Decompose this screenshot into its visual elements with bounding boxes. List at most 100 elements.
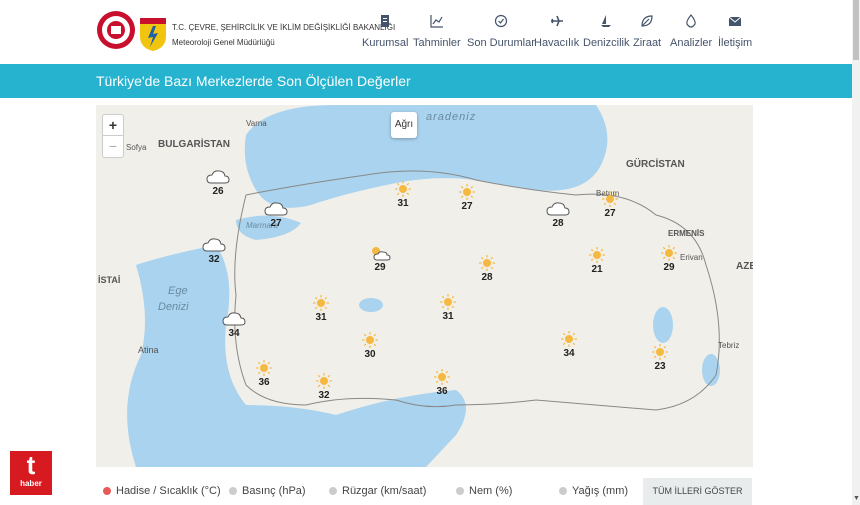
zoom-out-button[interactable]: − [103,136,123,156]
station-temp: 30 [364,349,376,360]
weather-map[interactable]: BULGARİSTAN Sofya Varna GÜRCİSTAN Batum … [96,105,753,467]
legend-label: Hadise / Sıcaklık (°C) [116,485,221,497]
nav-label: Kurumsal [362,37,409,49]
station-temp: 34 [563,348,575,359]
station-temp: 31 [442,311,454,322]
zoom-in-button[interactable]: + [103,115,123,136]
station-marker[interactable]: 36 [427,369,457,397]
station-marker[interactable]: 27 [452,184,482,212]
station-marker[interactable]: 30 [355,332,385,360]
station-marker[interactable]: 27 [261,201,291,229]
station-marker[interactable]: 31 [433,294,463,322]
station-marker[interactable]: 26 [203,169,233,197]
sun-icon [661,245,677,261]
document-icon [381,15,390,27]
nav-havacilik[interactable]: Havacılık [534,14,579,49]
nav-denizcilik[interactable]: Denizcilik [583,14,629,49]
station-temp: 29 [663,262,675,273]
legend-temperature[interactable]: Hadise / Sıcaklık (°C) [103,485,221,497]
haber-text: haber [20,479,42,488]
drop-icon [686,14,696,28]
sun-icon [395,181,411,197]
cloudy-icon [546,202,570,216]
radio-dot-icon [456,487,464,495]
legend-label: Yağış (mm) [572,485,629,497]
station-marker[interactable]: 32 [309,373,339,401]
nav-iletisim[interactable]: İletişim [718,14,752,49]
zoom-control: + − [102,114,124,158]
mail-icon [728,16,742,26]
label-ermenistan: ERMENİS [668,229,705,238]
label-aegean-2: Denizi [158,301,189,313]
sun-icon [602,191,618,207]
station-marker[interactable]: 21 [582,247,612,275]
station-temp: 34 [228,328,240,339]
sun-icon [313,295,329,311]
nav-kurumsal[interactable]: Kurumsal [362,14,408,49]
nav-son-durumlar[interactable]: Son Durumlar [467,14,535,49]
ship-icon [601,15,612,27]
legend-pressure[interactable]: Basınç (hPa) [229,485,306,497]
label-black-sea: aradeniz [426,111,477,123]
nav-ziraat[interactable]: Ziraat [633,14,661,49]
sun-icon [479,255,495,271]
sun-icon [652,344,668,360]
page-title: Türkiye'de Bazı Merkezlerde Son Ölçülen … [96,73,411,89]
meteoroloji-logo[interactable] [138,10,168,52]
leaf-icon [641,15,653,27]
sun-icon [434,369,450,385]
station-marker[interactable]: 28 [543,201,573,229]
station-marker[interactable]: 31 [306,295,336,323]
label-aegean-1: Ege [168,285,188,297]
page-scrollbar[interactable]: ▼ [852,0,860,505]
station-temp: 27 [604,208,616,219]
legend-wind[interactable]: Rüzgar (km/saat) [329,485,426,497]
show-all-provinces-button[interactable]: TÜM İLLERİ GÖSTER [643,478,752,505]
legend-label: Nem (%) [469,485,513,497]
station-temp: 27 [461,201,473,212]
legend-humidity[interactable]: Nem (%) [456,485,512,497]
sun-cloud-icon [372,247,391,261]
station-marker[interactable]: 31 [388,181,418,209]
legend-label: Basınç (hPa) [242,485,306,497]
station-temp: 36 [436,386,448,397]
label-istai: İSTAİ [98,275,121,285]
page-banner: Türkiye'de Bazı Merkezlerde Son Ölçülen … [0,64,852,98]
scrollbar-thumb[interactable] [853,0,859,60]
scroll-down-icon[interactable]: ▼ [853,495,860,502]
site-header: T.C. ÇEVRE, ŞEHİRCİLİK VE İKLİM DEĞİŞİKL… [0,0,852,64]
radio-dot-icon [103,487,111,495]
sun-icon [561,331,577,347]
station-temp: 28 [481,272,493,283]
nav-label: Ziraat [633,37,662,49]
station-marker[interactable]: 36 [249,360,279,388]
station-marker[interactable]: 28 [472,255,502,283]
sun-icon [589,247,605,263]
station-marker[interactable]: 23 [645,344,675,372]
nav-tahminler[interactable]: Tahminler [413,14,461,49]
station-marker[interactable]: 34 [219,311,249,339]
sun-icon [256,360,272,376]
station-temp: 23 [654,361,666,372]
station-marker[interactable]: 34 [554,331,584,359]
station-temp: 21 [591,264,603,275]
label-atina: Atina [138,345,159,355]
haber-logo: t haber [10,451,52,495]
label-bulgaristan: BULGARİSTAN [158,139,231,150]
station-marker[interactable]: 32 [199,237,229,265]
station-temp: 32 [318,390,330,401]
agri-marker[interactable]: Ağrı [391,112,417,138]
station-temp: 32 [208,254,220,265]
nav-analizler[interactable]: Analizler [670,14,712,49]
station-temp: 26 [212,186,224,197]
station-marker[interactable]: 29 [365,245,395,273]
station-temp: 31 [315,312,327,323]
radio-dot-icon [229,487,237,495]
station-marker[interactable]: 29 [654,245,684,273]
label-aze: AZE [736,261,753,272]
ministry-logo[interactable] [96,8,136,54]
station-marker[interactable]: 27 [595,191,625,219]
legend-precipitation[interactable]: Yağış (mm) [559,485,628,497]
haber-mark-icon: t [26,450,36,480]
label-varna: Varna [246,119,267,128]
